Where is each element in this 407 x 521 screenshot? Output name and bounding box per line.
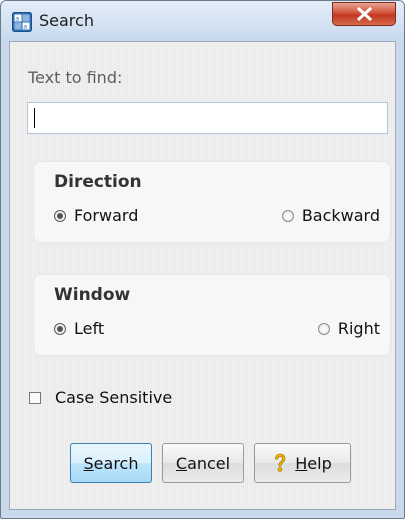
radio-backward-indicator <box>281 209 294 222</box>
radio-forward[interactable]: Forward <box>54 206 138 225</box>
help-button-label: elp <box>307 453 332 473</box>
radio-right-indicator <box>317 322 330 335</box>
radio-left-indicator <box>54 322 66 335</box>
svg-text:a: a <box>15 15 19 23</box>
search-button-mnemonic: S <box>83 453 94 473</box>
text-caret <box>34 108 35 128</box>
window-group-title: Window <box>54 285 131 305</box>
search-button-label: earch <box>93 453 139 473</box>
cancel-button-label: ancel <box>187 453 231 473</box>
radio-forward-indicator <box>54 209 66 222</box>
case-sensitive-label: Case Sensitive <box>55 388 173 407</box>
radio-backward[interactable]: Backward <box>281 206 380 225</box>
window-group: Window Left Right <box>34 275 390 355</box>
cancel-button[interactable]: Cancel <box>162 443 244 483</box>
radio-forward-label: Forward <box>74 206 139 225</box>
search-dialog: a a Search Text to find: Direction Forwa… <box>0 0 405 519</box>
help-button[interactable]: Help <box>254 443 351 483</box>
radio-right[interactable]: Right <box>317 319 380 338</box>
help-button-mnemonic: H <box>295 453 308 473</box>
radio-left-label: Left <box>74 319 105 338</box>
dialog-body: Text to find: Direction Forward Backward… <box>9 41 396 510</box>
title-bar[interactable]: a a Search <box>1 1 404 41</box>
svg-text:a: a <box>23 23 27 31</box>
cancel-button-mnemonic: C <box>175 453 188 473</box>
search-app-icon: a a <box>12 12 32 32</box>
text-to-find-label: Text to find: <box>28 68 123 87</box>
radio-right-label: Right <box>337 319 380 338</box>
direction-group-title: Direction <box>54 172 142 192</box>
radio-left[interactable]: Left <box>54 319 104 338</box>
search-button[interactable]: Search <box>70 443 152 483</box>
direction-group: Direction Forward Backward <box>34 162 390 242</box>
close-icon <box>357 7 372 21</box>
case-sensitive-checkbox[interactable] <box>29 391 41 404</box>
window-title: Search <box>39 11 94 30</box>
close-button[interactable] <box>332 2 396 26</box>
case-sensitive-checkbox-row[interactable]: Case Sensitive <box>29 388 172 407</box>
question-mark-icon <box>273 453 287 473</box>
text-to-find-input[interactable] <box>27 102 388 134</box>
radio-backward-label: Backward <box>301 206 380 225</box>
